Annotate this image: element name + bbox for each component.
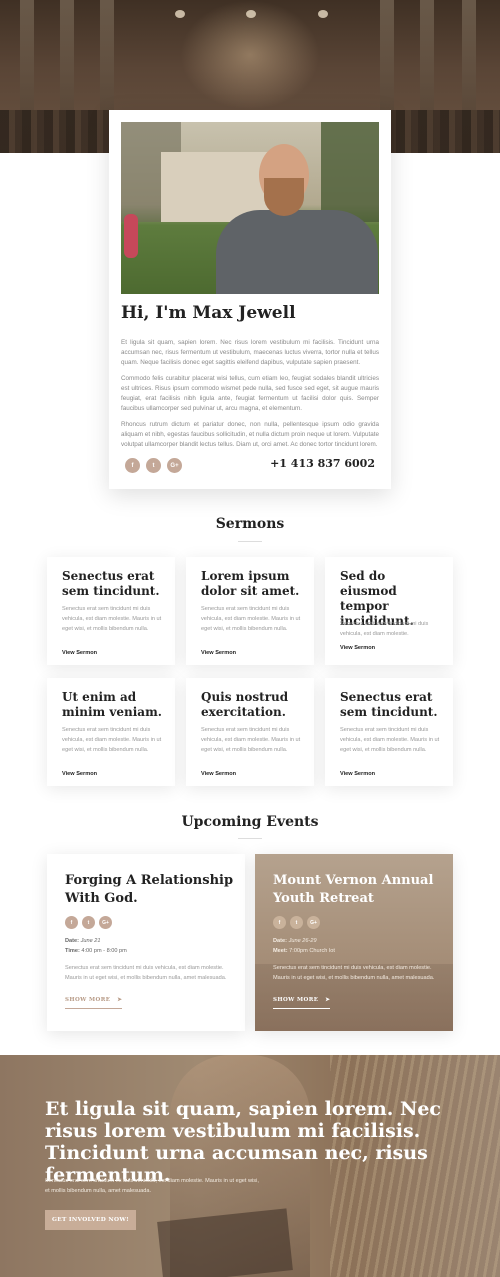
lamp-icon	[318, 10, 328, 18]
heading-divider	[238, 838, 262, 839]
sermon-card: Senectus erat sem tincidunt. Senectus er…	[325, 678, 453, 786]
photo-child	[124, 214, 138, 258]
event-title: Mount Vernon Annual Youth Retreat	[273, 873, 434, 906]
facebook-icon[interactable]: f	[125, 458, 140, 473]
bio-paragraph: Rhoncus rutrum dictum et pariatur donec,…	[121, 421, 379, 448]
facebook-icon[interactable]: f	[273, 916, 286, 929]
event-date: Date: June 26-29	[273, 936, 317, 946]
social-links: f t G+	[125, 458, 182, 473]
events-heading: Upcoming Events	[181, 814, 319, 830]
photo-beard	[264, 178, 304, 216]
get-involved-button[interactable]: GET INVOLVED NOW!	[45, 1210, 136, 1230]
sermon-description: Senectus erat sem tincidunt mi duis vehi…	[62, 606, 162, 632]
twitter-icon[interactable]: t	[146, 458, 161, 473]
view-sermon-link[interactable]: View Sermon	[340, 771, 375, 777]
sermon-title: Senectus erat sem tincidunt.	[62, 569, 160, 598]
show-more-link[interactable]: SHOW MORE ➤	[273, 997, 331, 1009]
event-date: Date: June 21	[65, 936, 100, 946]
sermon-description: Senectus erat sem tincidunt mi duis vehi…	[201, 727, 301, 753]
event-description: Senectus erat sem tincidunt mi duis vehi…	[273, 965, 435, 981]
sermon-description: Senectus erat sem tincidunt mi duis vehi…	[340, 727, 440, 753]
show-more-label: SHOW MORE	[273, 997, 319, 1003]
sermon-card: Quis nostrud exercitation. Senectus erat…	[186, 678, 314, 786]
view-sermon-link[interactable]: View Sermon	[62, 650, 97, 656]
show-more-link[interactable]: SHOW MORE ➤	[65, 997, 123, 1009]
event-share-links: f t G+	[65, 916, 112, 929]
sermon-title: Senectus erat sem tincidunt.	[340, 690, 438, 719]
arrow-circle-icon: ➤	[320, 997, 331, 1003]
google-plus-icon[interactable]: G+	[307, 916, 320, 929]
pastor-name: Hi, I'm Max Jewell	[121, 303, 296, 323]
sermon-description: Senectus erat sem tincidunt mi duis vehi…	[340, 621, 429, 637]
lamp-icon	[175, 10, 185, 18]
pastor-photo	[121, 122, 379, 294]
sermon-title: Quis nostrud exercitation.	[201, 690, 289, 719]
event-date-label: Date:	[273, 938, 287, 944]
pastor-profile-card: Hi, I'm Max Jewell Et ligula sit quam, s…	[109, 110, 391, 489]
photo-tree	[321, 122, 379, 222]
show-more-label: SHOW MORE	[65, 997, 111, 1003]
sermon-card: Lorem ipsum dolor sit amet. Senectus era…	[186, 557, 314, 665]
sermon-card: Ut enim ad minim veniam. Senectus erat s…	[47, 678, 175, 786]
photo-shirt	[216, 210, 378, 294]
sermon-card: Sed do eiusmod tempor incididunt. Senect…	[325, 557, 453, 665]
view-sermon-link[interactable]: View Sermon	[62, 771, 97, 777]
event-meet-value: 7:00pm Church lot	[289, 948, 335, 954]
lamp-icon	[246, 10, 256, 18]
sermon-title: Lorem ipsum dolor sit amet.	[201, 569, 300, 598]
sermon-description: Senectus erat sem tincidunt mi duis vehi…	[201, 606, 301, 632]
sermons-heading: Sermons	[215, 516, 285, 532]
call-to-action-banner: Et ligula sit quam, sapien lorem. Nec ri…	[0, 1055, 500, 1277]
sermon-title: Ut enim ad minim veniam.	[62, 690, 162, 719]
view-sermon-link[interactable]: View Sermon	[201, 771, 236, 777]
twitter-icon[interactable]: t	[82, 916, 95, 929]
arrow-circle-icon: ➤	[112, 997, 123, 1003]
event-description: Senectus erat sem tincidunt mi duis vehi…	[65, 965, 227, 981]
facebook-icon[interactable]: f	[65, 916, 78, 929]
heading-divider	[238, 541, 262, 542]
banner-heading: Et ligula sit quam, sapien lorem. Nec ri…	[45, 1098, 441, 1186]
banner-text: Senectus erat sem tincidunt mi duis vehi…	[45, 1178, 259, 1194]
phone-number[interactable]: +1 413 837 6002	[270, 457, 375, 470]
event-meet-label: Meet:	[273, 948, 288, 954]
event-meet: Meet: 7:00pm Church lot	[273, 946, 335, 956]
event-date-value: June 21	[80, 938, 101, 944]
event-card: Mount Vernon Annual Youth Retreat f t G+…	[255, 854, 453, 1031]
google-plus-icon[interactable]: G+	[167, 458, 182, 473]
view-sermon-link[interactable]: View Sermon	[201, 650, 236, 656]
sermon-card: Senectus erat sem tincidunt. Senectus er…	[47, 557, 175, 665]
event-share-links: f t G+	[273, 916, 320, 929]
sermon-description: Senectus erat sem tincidunt mi duis vehi…	[62, 727, 162, 753]
bio-paragraph: Et ligula sit quam, sapien lorem. Nec ri…	[121, 339, 379, 366]
event-date-value: June 26-29	[288, 938, 317, 944]
view-sermon-link[interactable]: View Sermon	[340, 645, 375, 651]
bio-paragraph: Commodo felis curabitur placerat wisi te…	[121, 375, 379, 412]
event-card: Forging A Relationship With God. f t G+ …	[47, 854, 245, 1031]
event-time-label: Time:	[65, 948, 80, 954]
event-title: Forging A Relationship With God.	[65, 873, 234, 906]
event-date-label: Date:	[65, 938, 79, 944]
google-plus-icon[interactable]: G+	[99, 916, 112, 929]
event-time: Time: 4:00 pm - 8:00 pm	[65, 946, 127, 956]
twitter-icon[interactable]: t	[290, 916, 303, 929]
event-time-value: 4:00 pm - 8:00 pm	[81, 948, 127, 954]
